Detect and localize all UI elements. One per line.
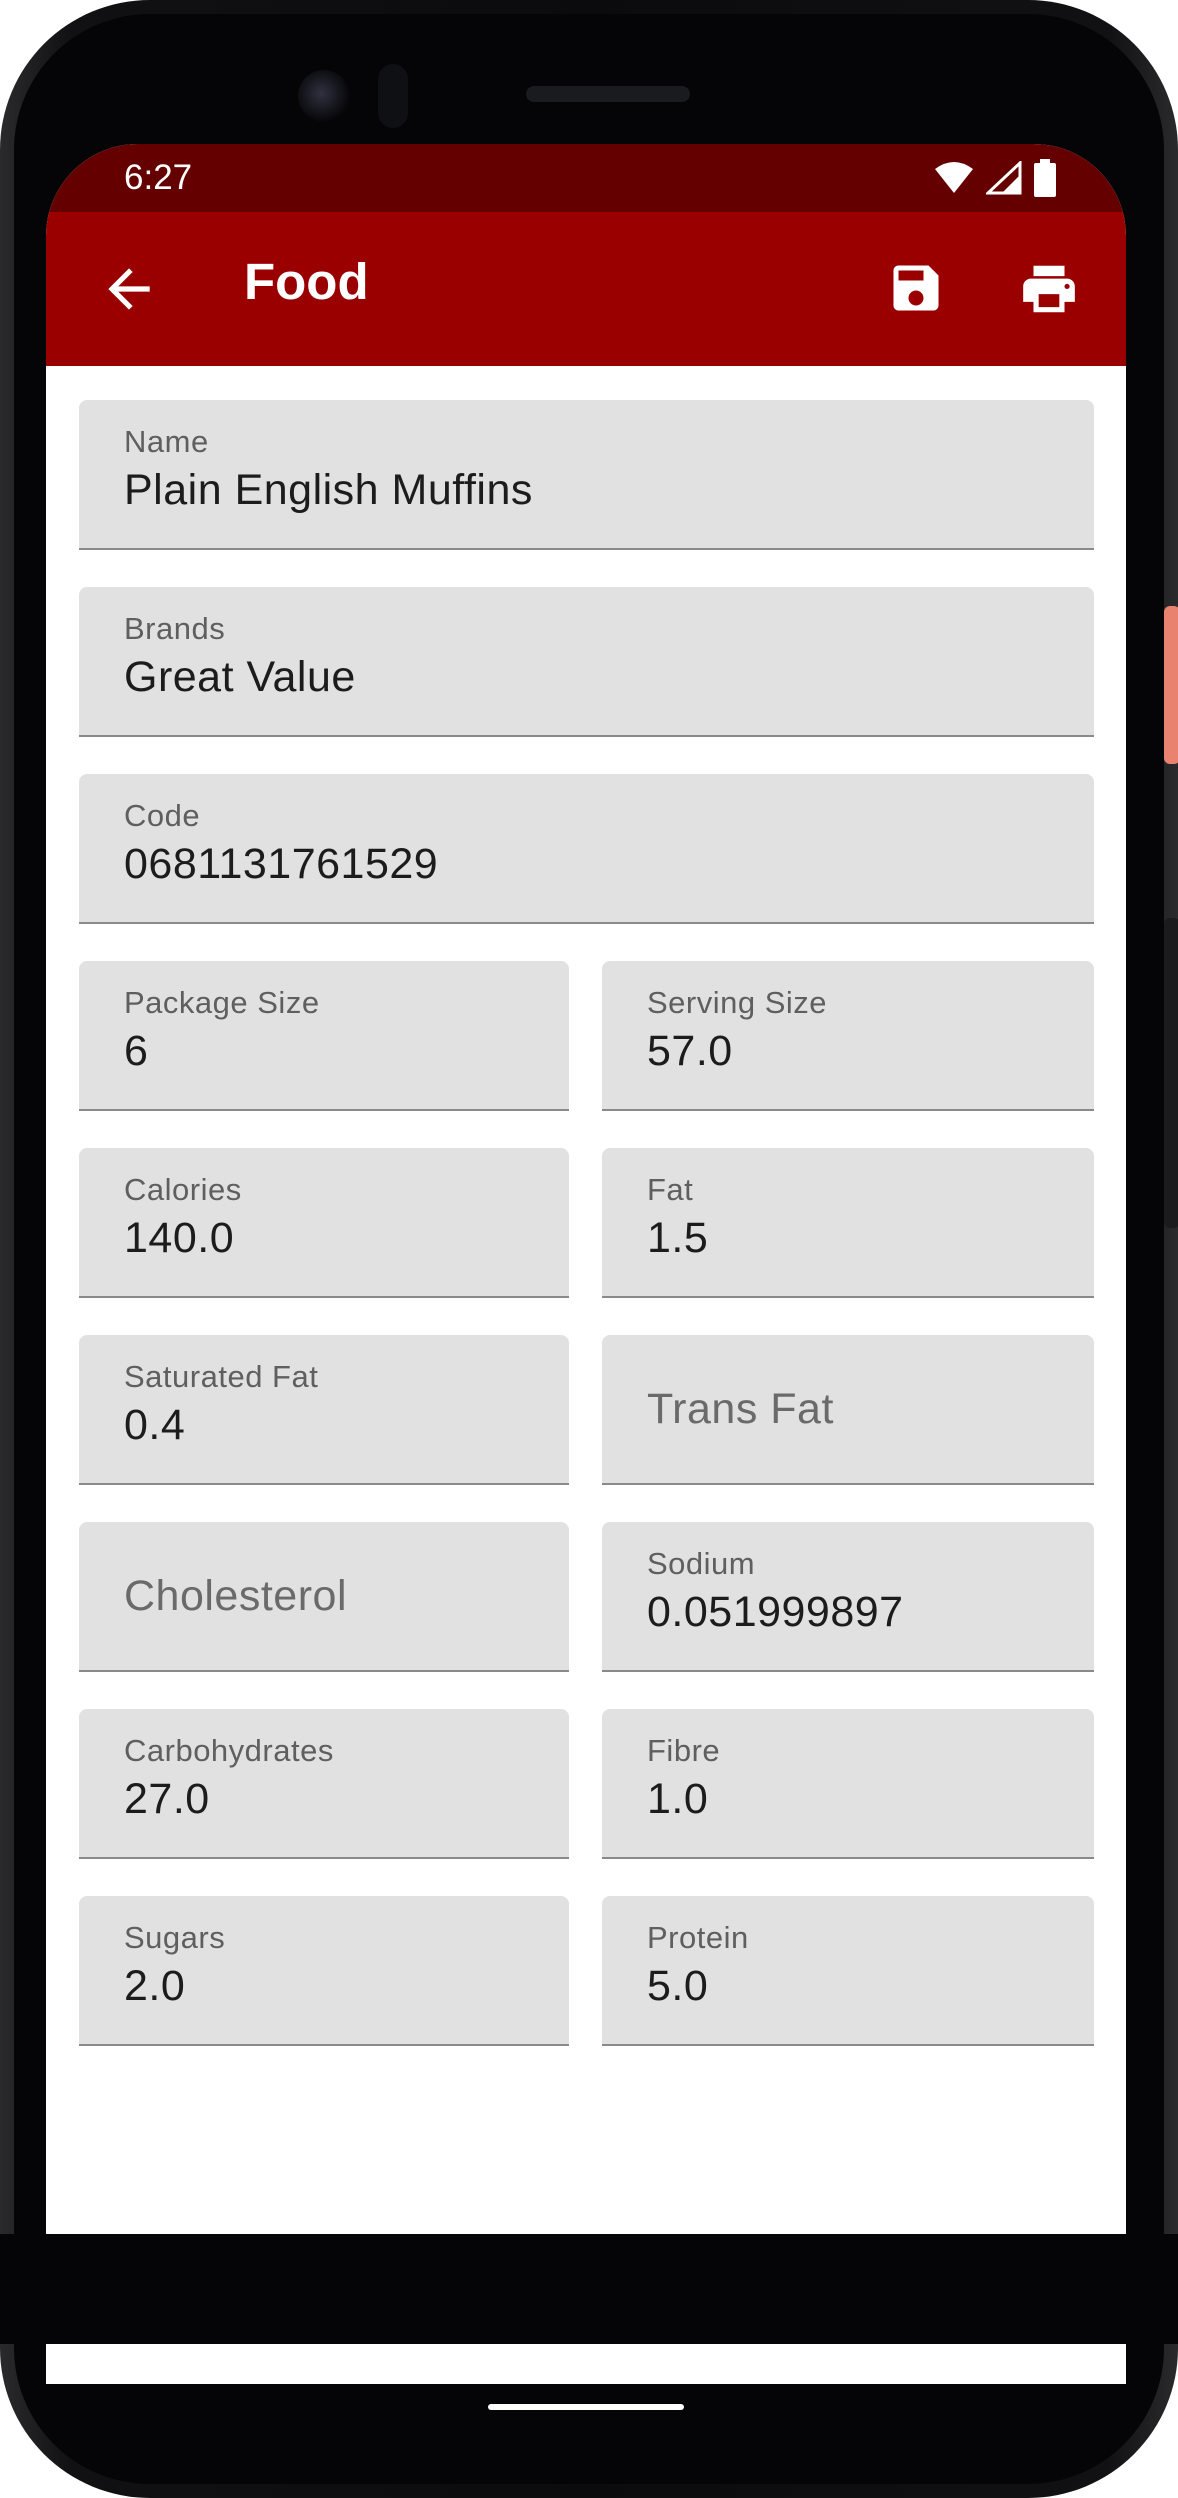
page-title: Food xyxy=(244,253,369,310)
calories-label: Calories xyxy=(124,1172,242,1207)
code-field[interactable]: Code 0681131761529 xyxy=(79,774,1094,924)
cholesterol-field[interactable]: Cholesterol xyxy=(79,1522,569,1672)
sugars-value: 2.0 xyxy=(124,1962,186,2010)
power-button xyxy=(1164,606,1178,764)
fat-value: 1.5 xyxy=(647,1214,709,1262)
save-icon[interactable] xyxy=(886,258,946,318)
app-bar: Food xyxy=(46,212,1126,366)
name-label: Name xyxy=(124,424,209,459)
home-gesture-handle[interactable] xyxy=(488,2404,684,2410)
carbohydrates-field[interactable]: Carbohydrates 27.0 xyxy=(79,1709,569,1859)
saturated-fat-label: Saturated Fat xyxy=(124,1359,319,1394)
sodium-field[interactable]: Sodium 0.051999897 xyxy=(602,1522,1094,1672)
cholesterol-placeholder: Cholesterol xyxy=(124,1572,347,1620)
carbohydrates-value: 27.0 xyxy=(124,1775,210,1823)
fat-label: Fat xyxy=(647,1172,694,1207)
sugars-field[interactable]: Sugars 2.0 xyxy=(79,1896,569,2046)
phone-frame: 6:27 Food Name Plain English Muffins Bra… xyxy=(0,0,1178,2498)
code-value: 0681131761529 xyxy=(124,840,439,888)
volume-button xyxy=(1164,918,1178,1228)
brands-label: Brands xyxy=(124,611,226,646)
fibre-value: 1.0 xyxy=(647,1775,709,1823)
proximity-sensor xyxy=(378,64,408,128)
print-icon[interactable] xyxy=(1018,258,1080,320)
battery-icon xyxy=(1034,159,1056,197)
status-icons xyxy=(934,159,1056,197)
carbohydrates-label: Carbohydrates xyxy=(124,1733,334,1768)
code-label: Code xyxy=(124,798,201,833)
sugars-label: Sugars xyxy=(124,1920,226,1955)
package-size-field[interactable]: Package Size 6 xyxy=(79,961,569,1111)
serving-size-field[interactable]: Serving Size 57.0 xyxy=(602,961,1094,1111)
earpiece-speaker xyxy=(526,86,690,102)
saturated-fat-value: 0.4 xyxy=(124,1401,186,1449)
arrow-back-icon[interactable] xyxy=(98,258,160,320)
package-size-value: 6 xyxy=(124,1027,149,1075)
sodium-value: 0.051999897 xyxy=(647,1588,904,1636)
calories-value: 140.0 xyxy=(124,1214,235,1262)
protein-field[interactable]: Protein 5.0 xyxy=(602,1896,1094,2046)
sodium-label: Sodium xyxy=(647,1546,756,1581)
status-bar: 6:27 xyxy=(46,144,1126,212)
package-size-label: Package Size xyxy=(124,985,320,1020)
gesture-nav-bar xyxy=(0,2234,1178,2344)
front-camera xyxy=(298,70,350,122)
serving-size-value: 57.0 xyxy=(647,1027,733,1075)
trans-fat-field[interactable]: Trans Fat xyxy=(602,1335,1094,1485)
status-time: 6:27 xyxy=(124,158,193,197)
fibre-field[interactable]: Fibre 1.0 xyxy=(602,1709,1094,1859)
wifi-icon xyxy=(935,162,973,193)
fat-field[interactable]: Fat 1.5 xyxy=(602,1148,1094,1298)
protein-value: 5.0 xyxy=(647,1962,709,2010)
fibre-label: Fibre xyxy=(647,1733,721,1768)
brands-field[interactable]: Brands Great Value xyxy=(79,587,1094,737)
brands-value: Great Value xyxy=(124,653,356,701)
protein-label: Protein xyxy=(647,1920,749,1955)
saturated-fat-field[interactable]: Saturated Fat 0.4 xyxy=(79,1335,569,1485)
name-field[interactable]: Name Plain English Muffins xyxy=(79,400,1094,550)
serving-size-label: Serving Size xyxy=(647,985,828,1020)
trans-fat-placeholder: Trans Fat xyxy=(647,1385,834,1433)
screen: 6:27 Food Name Plain English Muffins Bra… xyxy=(46,144,1126,2384)
calories-field[interactable]: Calories 140.0 xyxy=(79,1148,569,1298)
signal-icon xyxy=(986,161,1022,195)
name-value: Plain English Muffins xyxy=(124,466,533,514)
